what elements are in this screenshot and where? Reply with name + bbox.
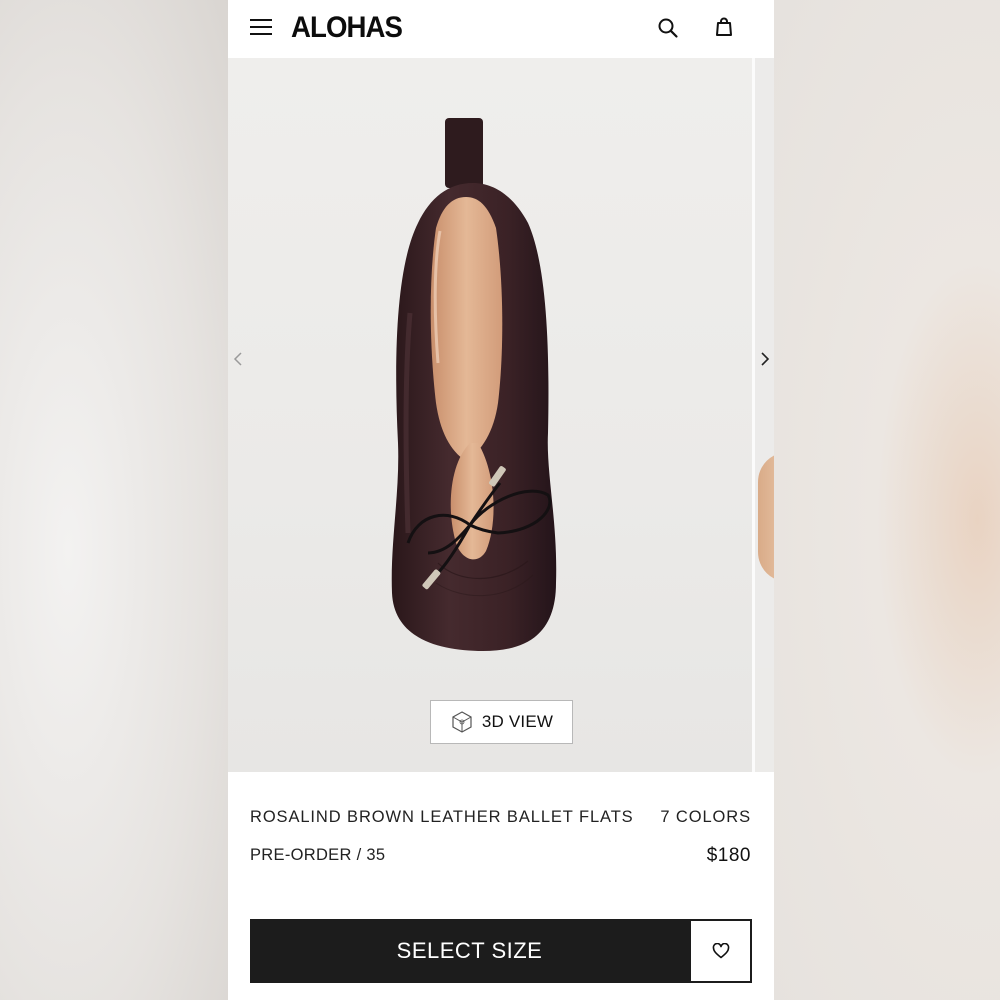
- product-shoe-image: [391, 118, 557, 651]
- preorder-size-status: PRE-ORDER / 35: [250, 846, 386, 864]
- brand-logo[interactable]: ALOHAS: [291, 11, 403, 45]
- shopping-bag-icon[interactable]: [713, 16, 735, 38]
- product-price: $180: [706, 845, 751, 866]
- site-header: ALOHAS: [228, 0, 774, 58]
- search-icon[interactable]: [657, 17, 679, 39]
- hamburger-menu-icon[interactable]: [250, 17, 272, 37]
- colors-count-link[interactable]: 7 COLORS: [660, 808, 751, 827]
- product-page: ALOHAS 3D VIEW ROSALIND BROWN LEATHER BA…: [228, 0, 774, 1000]
- chevron-left-icon[interactable]: [231, 350, 245, 368]
- background-blur-right: [774, 0, 1000, 1000]
- select-size-button[interactable]: SELECT SIZE: [250, 919, 689, 983]
- heart-icon: [712, 943, 729, 959]
- product-image-gallery[interactable]: 3D VIEW: [228, 58, 774, 772]
- product-title: ROSALIND BROWN LEATHER BALLET FLATS: [250, 808, 634, 826]
- cube-icon: [452, 711, 472, 733]
- chevron-right-icon[interactable]: [758, 350, 772, 368]
- 3d-view-label: 3D VIEW: [481, 712, 554, 731]
- 3d-view-button[interactable]: 3D VIEW: [430, 700, 573, 744]
- background-blur-left: [0, 0, 228, 1000]
- next-slide-image-peek: [758, 452, 774, 582]
- wishlist-button[interactable]: [689, 919, 752, 983]
